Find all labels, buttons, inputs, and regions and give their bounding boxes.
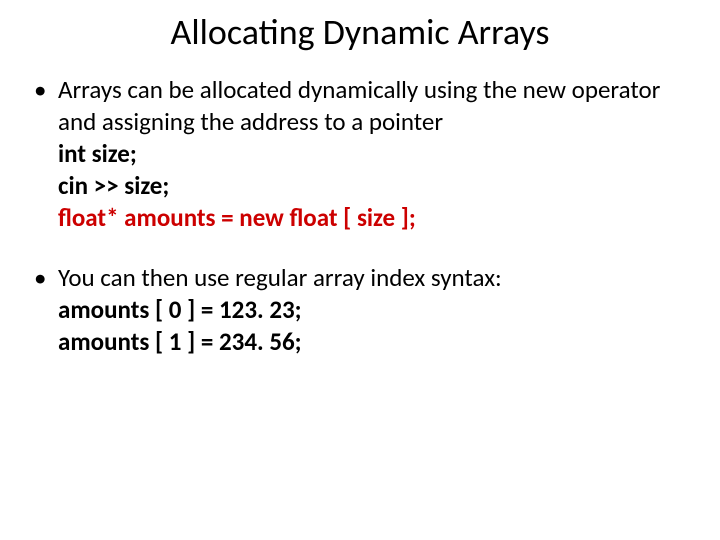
bullet-1-code-1: int size; <box>58 138 690 170</box>
bullet-2-code-2: amounts [ 1 ] = 234. 56; <box>58 326 690 358</box>
bullet-1-highlight: float* amounts = new float [ size ]; <box>58 202 690 234</box>
bullet-item-1: Arrays can be allocated dynamically usin… <box>30 74 690 234</box>
slide-title: Allocating Dynamic Arrays <box>30 10 690 54</box>
bullet-list: Arrays can be allocated dynamically usin… <box>30 74 690 358</box>
bullet-1-text: Arrays can be allocated dynamically usin… <box>58 74 690 138</box>
bullet-2-text: You can then use regular array index syn… <box>58 262 690 294</box>
bullet-item-2: You can then use regular array index syn… <box>30 262 690 358</box>
bullet-2-code-1: amounts [ 0 ] = 123. 23; <box>58 294 690 326</box>
bullet-1-code-2: cin >> size; <box>58 170 690 202</box>
